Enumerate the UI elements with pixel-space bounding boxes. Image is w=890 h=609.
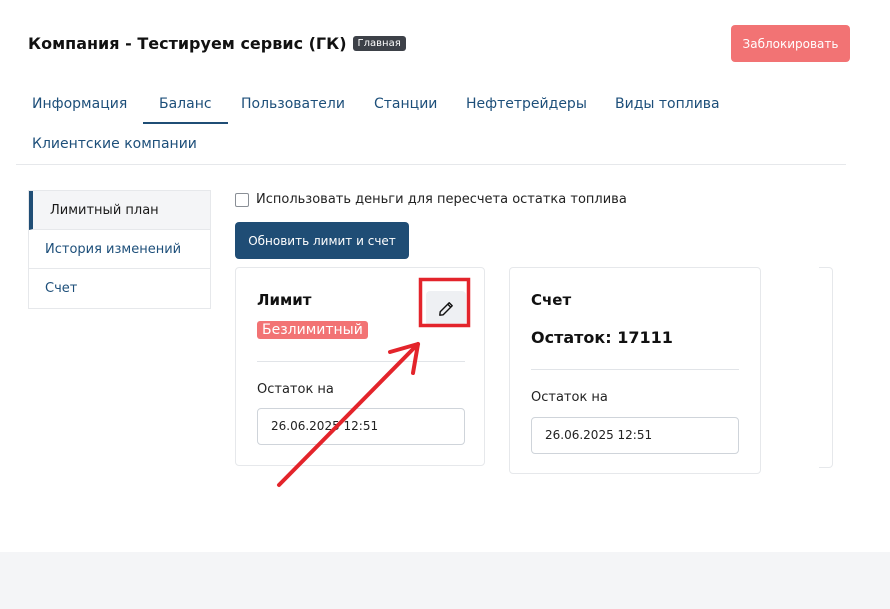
update-limit-and-account-button[interactable]: Обновить лимит и счет bbox=[235, 222, 409, 259]
company-name: Компания - Тестируем сервис (ГК) bbox=[28, 34, 347, 53]
account-remainder-label: Остаток на bbox=[531, 390, 608, 405]
edit-limit-button[interactable] bbox=[426, 291, 466, 326]
side-item-change-history[interactable]: История изменений bbox=[29, 230, 210, 269]
account-balance: Остаток: 17111 bbox=[531, 328, 673, 347]
main-company-badge: Главная bbox=[352, 36, 406, 51]
side-item-account[interactable]: Счет bbox=[29, 269, 210, 308]
limit-card-title: Лимит bbox=[257, 291, 312, 309]
side-item-limit-plan[interactable]: Лимитный план bbox=[29, 191, 210, 230]
unlimited-badge: Безлимитный bbox=[257, 321, 368, 339]
page-footer-band bbox=[0, 552, 890, 609]
account-card-divider bbox=[531, 369, 739, 370]
tab-client-companies[interactable]: Клиентские компании bbox=[16, 126, 213, 162]
use-money-checkbox-label: Использовать деньги для пересчета остатк… bbox=[256, 192, 627, 207]
tabs-divider bbox=[16, 164, 846, 165]
tab-stations[interactable]: Станции bbox=[358, 86, 453, 122]
limit-card: Лимит Безлимитный Остаток на 26.06.2025 … bbox=[235, 267, 485, 466]
tab-oil-traders[interactable]: Нефтетрейдеры bbox=[450, 86, 603, 122]
limit-card-divider bbox=[257, 361, 465, 362]
account-card: Счет Остаток: 17111 Остаток на 26.06.202… bbox=[509, 267, 761, 474]
tab-fuel-types[interactable]: Виды топлива bbox=[599, 86, 736, 122]
next-card-edge bbox=[819, 267, 833, 468]
tab-users[interactable]: Пользователи bbox=[225, 86, 361, 122]
page-title: Компания - Тестируем сервис (ГК) Главная bbox=[28, 33, 406, 53]
tab-info[interactable]: Информация bbox=[16, 86, 143, 122]
use-money-checkbox[interactable] bbox=[235, 192, 249, 207]
account-card-title: Счет bbox=[531, 291, 572, 309]
account-date-field[interactable]: 26.06.2025 12:51 bbox=[531, 417, 739, 454]
tab-balance[interactable]: Баланс bbox=[143, 86, 228, 124]
limit-remainder-label: Остаток на bbox=[257, 382, 334, 397]
use-money-option: Использовать деньги для пересчета остатк… bbox=[235, 192, 627, 207]
block-company-button[interactable]: Заблокировать bbox=[731, 25, 850, 62]
limit-date-field[interactable]: 26.06.2025 12:51 bbox=[257, 408, 465, 445]
balance-side-nav: Лимитный план История изменений Счет bbox=[28, 190, 211, 309]
pencil-icon bbox=[439, 301, 453, 316]
